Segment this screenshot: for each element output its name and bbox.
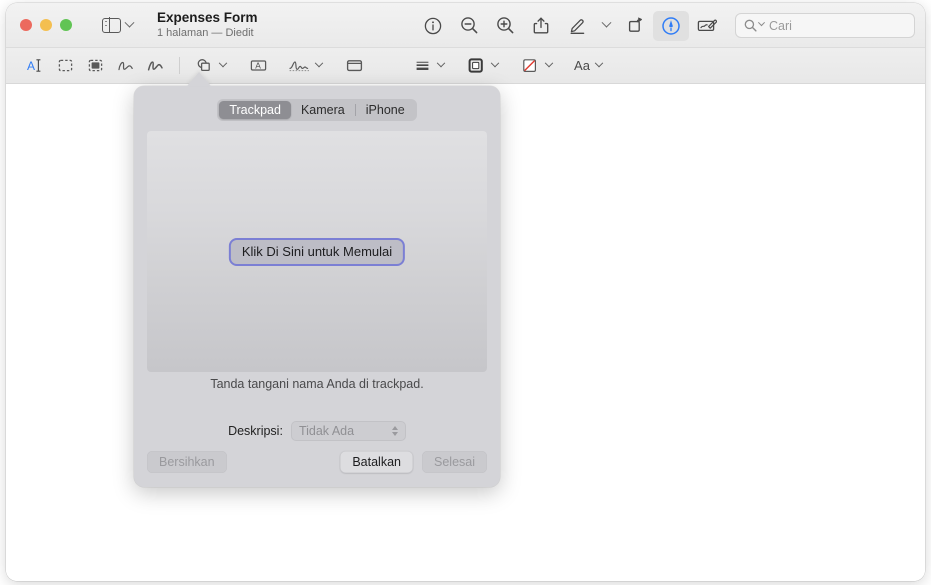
start-signing-button[interactable]: Klik Di Sini untuk Memulai [228, 237, 406, 266]
text-selection-icon: A [27, 59, 41, 73]
instant-alpha-tool-button[interactable] [80, 53, 110, 79]
clear-button[interactable]: Bersihkan [147, 451, 227, 473]
text-style-button[interactable]: Aa [569, 53, 595, 79]
chevron-down-icon [490, 58, 500, 67]
segmented-control: Trackpad Kamera iPhone [217, 99, 417, 121]
zoom-in-icon [496, 17, 513, 34]
rotate-button[interactable] [617, 11, 653, 41]
fill-color-group[interactable] [515, 53, 555, 79]
cancel-button[interactable]: Batalkan [340, 451, 413, 473]
search-placeholder: Cari [769, 18, 792, 33]
segment-trackpad[interactable]: Trackpad [219, 101, 291, 119]
popover-button-row: Bersihkan Batalkan Selesai [147, 451, 487, 473]
screen: Expenses Form 1 halaman — Diedit Cari A … [0, 0, 931, 585]
zoom-out-button[interactable] [451, 11, 487, 41]
info-icon [424, 17, 442, 34]
description-popup-button[interactable]: Tidak Ada [290, 421, 406, 441]
chevron-down-icon [314, 58, 324, 67]
signature-pad-icon [697, 19, 718, 32]
page-title: Expenses Form [157, 10, 258, 26]
info-button[interactable] [415, 11, 451, 41]
highlight-pen-icon [570, 19, 584, 34]
toolbar-actions: Cari [415, 3, 915, 48]
text-box-icon: A [250, 60, 266, 71]
description-value: Tidak Ada [298, 424, 355, 438]
highlight-pen-button[interactable] [559, 11, 595, 41]
sketch-icon [117, 61, 133, 71]
segment-iphone[interactable]: iPhone [356, 101, 415, 119]
border-color-button[interactable] [461, 53, 491, 79]
instant-alpha-icon [88, 59, 102, 72]
markup-toolbar: A A Aa [6, 48, 925, 84]
shape-style-group[interactable] [407, 53, 447, 79]
signature-icon [289, 61, 309, 72]
chevron-down-icon [601, 17, 611, 28]
svg-text:A: A [255, 61, 261, 71]
text-style-label: Aa [574, 58, 590, 73]
markup-icon [662, 16, 680, 35]
done-button[interactable]: Selesai [422, 451, 487, 473]
minimize-button[interactable] [40, 19, 52, 31]
chevron-down-icon [594, 58, 604, 67]
line-weight-icon [416, 61, 428, 71]
toolbar-divider [179, 57, 180, 74]
draw-tool-button[interactable] [140, 53, 170, 79]
note-tool-button[interactable] [339, 53, 369, 79]
sketch-tool-button[interactable] [110, 53, 140, 79]
svg-text:A: A [27, 59, 35, 73]
draw-icon [147, 61, 163, 71]
trackpad-hint-text: Tanda tangani nama Anda di trackpad. [210, 377, 424, 391]
signature-source-segmented-control: Trackpad Kamera iPhone [134, 86, 500, 121]
sidebar-icon [102, 17, 121, 33]
shape-style-button[interactable] [407, 53, 437, 79]
chevron-down-icon [436, 58, 446, 67]
popover-arrow [187, 72, 211, 86]
signature-pad-button[interactable] [689, 11, 725, 41]
note-icon [346, 60, 362, 72]
trackpad-capture-area[interactable]: Klik Di Sini untuk Memulai [147, 131, 487, 372]
rectangular-selection-icon [58, 59, 72, 72]
signature-popover: Trackpad Kamera iPhone Klik Di Sini untu… [134, 86, 500, 487]
sidebar-toggle-button[interactable] [102, 17, 135, 33]
window-titlebar: Expenses Form 1 halaman — Diedit Cari [6, 3, 925, 48]
border-color-group[interactable] [461, 53, 501, 79]
document-title-block: Expenses Form 1 halaman — Diedit [157, 10, 258, 39]
text-style-group[interactable]: Aa [569, 53, 605, 79]
border-color-icon [468, 58, 483, 73]
share-icon [533, 17, 549, 34]
chevron-down-icon [124, 17, 135, 28]
fill-color-button[interactable] [515, 53, 545, 79]
zoom-button[interactable] [60, 19, 72, 31]
signature-tool-group[interactable] [285, 53, 325, 79]
segment-kamera[interactable]: Kamera [291, 101, 355, 119]
fill-color-none-icon [522, 59, 536, 73]
chevron-down-icon [218, 58, 228, 67]
zoom-in-button[interactable] [487, 11, 523, 41]
document-status: 1 halaman — Diedit [157, 26, 254, 39]
description-row: Deskripsi: Tidak Ada [134, 421, 500, 441]
traffic-lights [20, 19, 72, 31]
search-icon [744, 19, 757, 32]
chevron-down-icon [757, 19, 766, 27]
preview-window: Expenses Form 1 halaman — Diedit Cari A … [6, 3, 925, 581]
signature-tool-button[interactable] [285, 53, 315, 79]
highlight-options-button[interactable] [595, 11, 617, 41]
rectangular-selection-tool-button[interactable] [50, 53, 80, 79]
text-selection-tool-button[interactable]: A [20, 53, 50, 79]
description-label: Deskripsi: [228, 424, 283, 438]
text-tool-button[interactable]: A [243, 53, 273, 79]
zoom-out-icon [460, 17, 477, 34]
share-button[interactable] [523, 11, 559, 41]
markup-button[interactable] [653, 10, 689, 41]
close-button[interactable] [20, 19, 32, 31]
rotate-icon [628, 17, 642, 32]
search-field[interactable]: Cari [735, 13, 915, 38]
chevron-down-icon [544, 58, 554, 67]
chevron-updown-icon [391, 426, 398, 436]
